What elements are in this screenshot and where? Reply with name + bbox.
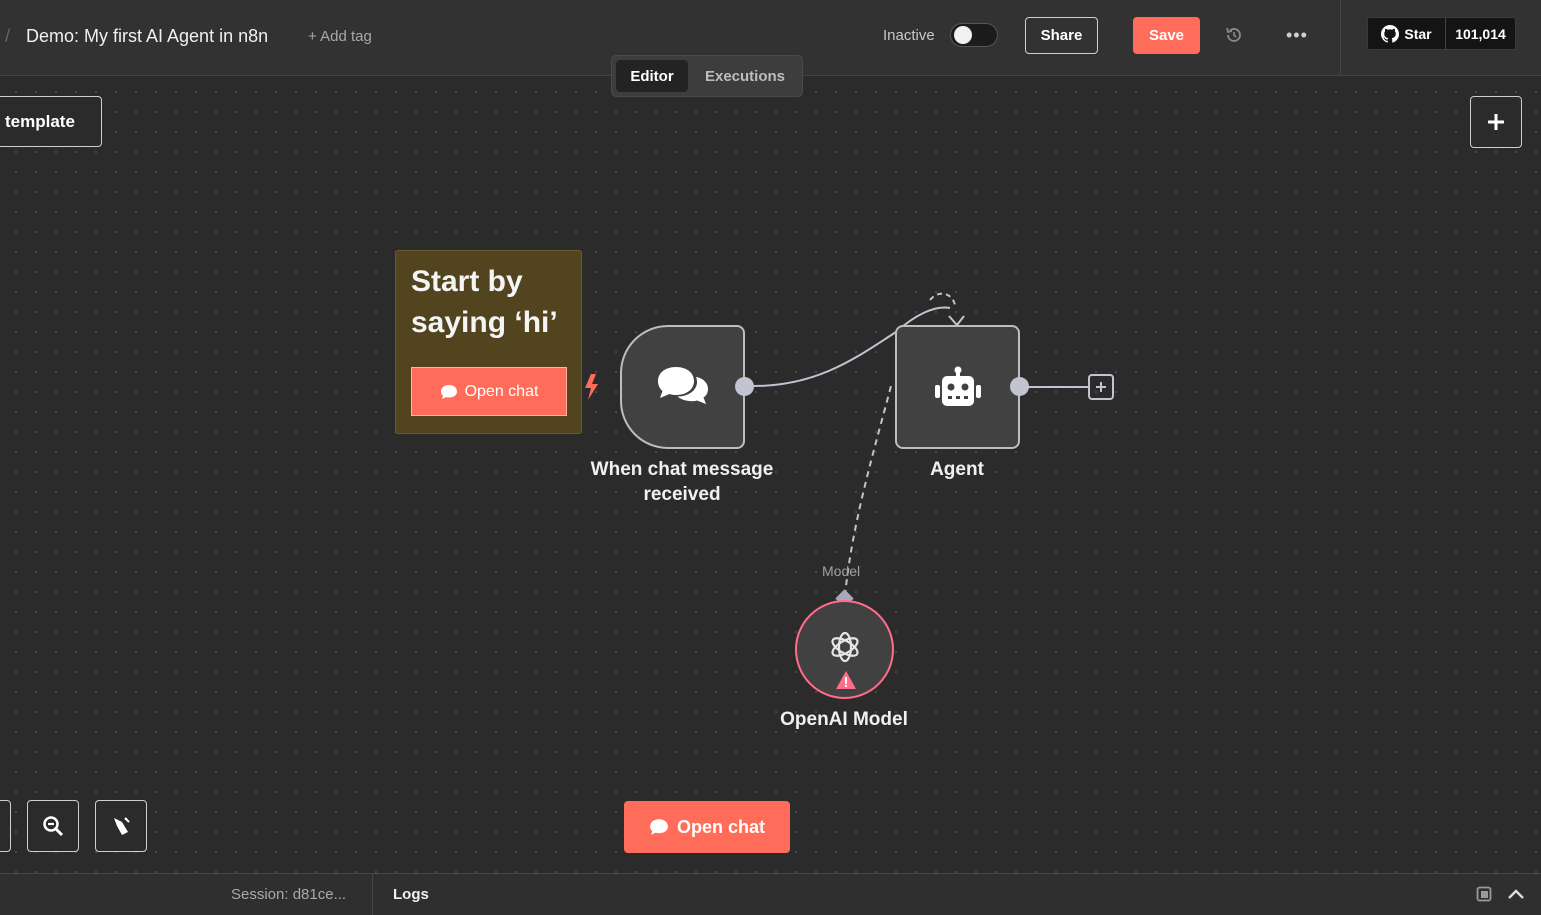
node-agent[interactable] [895,325,1020,449]
tab-executions[interactable]: Executions [692,60,798,92]
toggle-knob [954,26,972,44]
open-chat-label: Open chat [676,816,765,837]
popout-icon[interactable] [1476,886,1492,902]
more-options-icon[interactable]: ••• [1286,25,1308,45]
add-node-panel-button[interactable] [1470,96,1522,148]
sticky-open-chat-label: Open chat [464,382,539,400]
workflow-title[interactable]: Demo: My first AI Agent in n8n [26,26,268,47]
breadcrumb-separator: / [5,26,11,46]
active-toggle[interactable] [950,23,998,47]
sticky-open-chat-button[interactable]: Open chat [411,367,567,416]
trigger-bolt-icon [585,374,598,400]
chevron-up-icon[interactable] [1507,886,1525,902]
connection-trigger-agent [753,331,897,387]
node-openai-model[interactable] [795,600,894,699]
open-chat-button[interactable]: Open chat [624,801,790,853]
connection-loop-arc [929,292,956,306]
sticky-note[interactable]: Start by saying ‘hi’ Open chat [395,250,582,434]
zoom-out-icon [43,816,64,837]
view-tabs: Editor Executions [611,55,803,97]
history-icon[interactable] [1224,25,1244,45]
share-button[interactable]: Share [1025,17,1098,54]
session-id: Session: d81ce... [231,886,347,903]
tidy-up-button[interactable] [95,800,147,852]
github-star-button[interactable]: Star [1368,18,1446,49]
save-button[interactable]: Save [1133,17,1200,54]
zoom-to-fit-button[interactable] [0,800,11,852]
zoom-out-button[interactable] [27,800,79,852]
trigger-node-label: When chat message received [572,457,792,507]
node-chat-trigger[interactable] [620,325,745,449]
workflow-status-label: Inactive [883,27,935,44]
robot-icon [934,366,981,406]
connection-arrow [948,315,965,327]
tab-editor[interactable]: Editor [616,60,688,92]
chat-bubble-icon [440,384,457,399]
trigger-label-line1: When chat message [590,459,774,480]
github-icon [1381,24,1400,43]
trigger-output-handle[interactable] [735,377,754,396]
logs-tab[interactable]: Logs [393,886,429,903]
add-tag-link[interactable]: + Add tag [308,28,372,45]
model-connection-label: Model [822,563,861,579]
plus-small-icon [1096,382,1106,392]
logs-footer: Session: d81ce... Logs [0,873,1541,915]
sticky-title: Start by saying ‘hi’ [411,261,558,343]
warning-icon [836,671,856,689]
broom-icon [114,817,130,835]
github-star-label: Star [1404,25,1432,42]
openai-icon [830,631,859,662]
model-node-label: OpenAI Model [780,709,908,730]
agent-node-label: Agent [930,459,984,480]
template-button[interactable]: template [0,96,102,147]
github-star-widget[interactable]: Star 101,014 [1367,17,1516,50]
footer-divider [372,874,373,915]
trigger-label-line2: received [643,484,721,505]
add-next-node-button[interactable] [1088,374,1114,400]
sticky-title-line1: Start by [411,265,523,298]
github-star-count[interactable]: 101,014 [1446,18,1515,49]
sticky-title-line2: saying ‘hi’ [411,306,558,339]
header-divider [1340,0,1341,75]
plus-icon [1488,114,1504,130]
chat-bubble-icon [650,819,668,835]
chat-bubbles-icon [657,367,708,404]
agent-output-handle[interactable] [1010,377,1029,396]
